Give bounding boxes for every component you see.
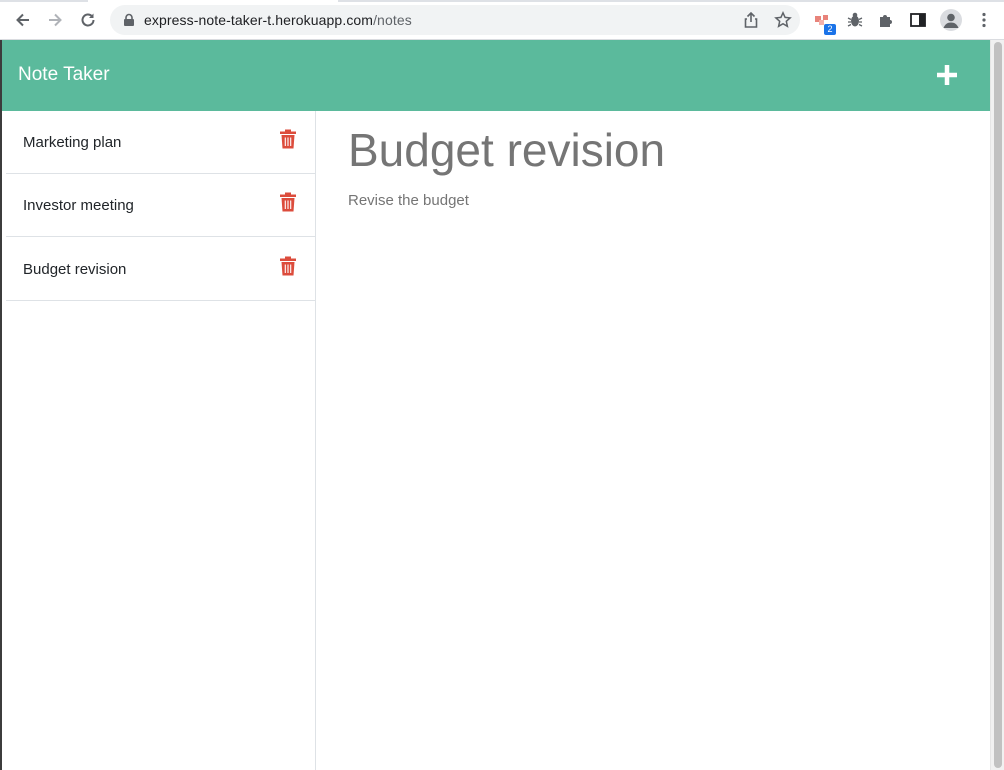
tab-strip [0, 0, 1004, 2]
bug-icon[interactable] [846, 11, 864, 29]
browser-toolbar: express-note-taker-t.herokuapp.com/notes… [0, 0, 1004, 40]
forward-arrow-icon [49, 13, 62, 27]
note-list-title[interactable]: Budget revision [23, 261, 126, 278]
extension-badge: 2 [824, 24, 836, 35]
brand-title[interactable]: Note Taker [18, 64, 110, 86]
lock-icon [124, 13, 134, 26]
share-icon[interactable] [742, 11, 760, 29]
scrollbar-thumb[interactable] [994, 42, 1002, 768]
note-list-item[interactable]: Budget revision [6, 238, 316, 301]
note-text-area[interactable]: Revise the budget [348, 192, 469, 209]
page: Note Taker Marketing plan Investor meeti… [0, 40, 990, 770]
back-button[interactable] [11, 8, 35, 32]
url-host: express-note-taker-t.herokuapp.com [144, 12, 374, 28]
back-arrow-icon [16, 13, 29, 27]
side-panel-icon[interactable] [909, 11, 927, 29]
notes-sidebar: Marketing plan Investor meeting Budget r… [2, 111, 316, 770]
kebab-menu-icon[interactable] [975, 11, 993, 29]
note-list-item[interactable]: Marketing plan [6, 111, 316, 174]
trash-icon[interactable] [279, 129, 297, 149]
profile-avatar[interactable] [940, 9, 962, 31]
url-path: /notes [373, 12, 412, 28]
person-icon [943, 13, 959, 28]
navbar: Note Taker [2, 40, 990, 111]
url-text[interactable]: express-note-taker-t.herokuapp.com/notes [144, 12, 412, 28]
note-list-title[interactable]: Investor meeting [23, 197, 134, 214]
note-list-item[interactable]: Investor meeting [6, 174, 316, 237]
forward-button[interactable] [43, 8, 67, 32]
reload-icon [81, 13, 95, 27]
trash-icon[interactable] [279, 192, 297, 212]
note-editor: Budget revision Revise the budget [317, 111, 990, 770]
note-title-input[interactable]: Budget revision [348, 123, 665, 177]
bookmark-star-icon[interactable] [774, 11, 792, 29]
note-list-title[interactable]: Marketing plan [23, 134, 121, 151]
page-scrollbar[interactable] [990, 40, 1004, 770]
plus-icon[interactable] [934, 62, 960, 88]
reload-button[interactable] [76, 8, 100, 32]
puzzle-icon[interactable] [877, 11, 895, 29]
trash-icon[interactable] [279, 256, 297, 276]
address-bar[interactable]: express-note-taker-t.herokuapp.com/notes [110, 5, 800, 35]
